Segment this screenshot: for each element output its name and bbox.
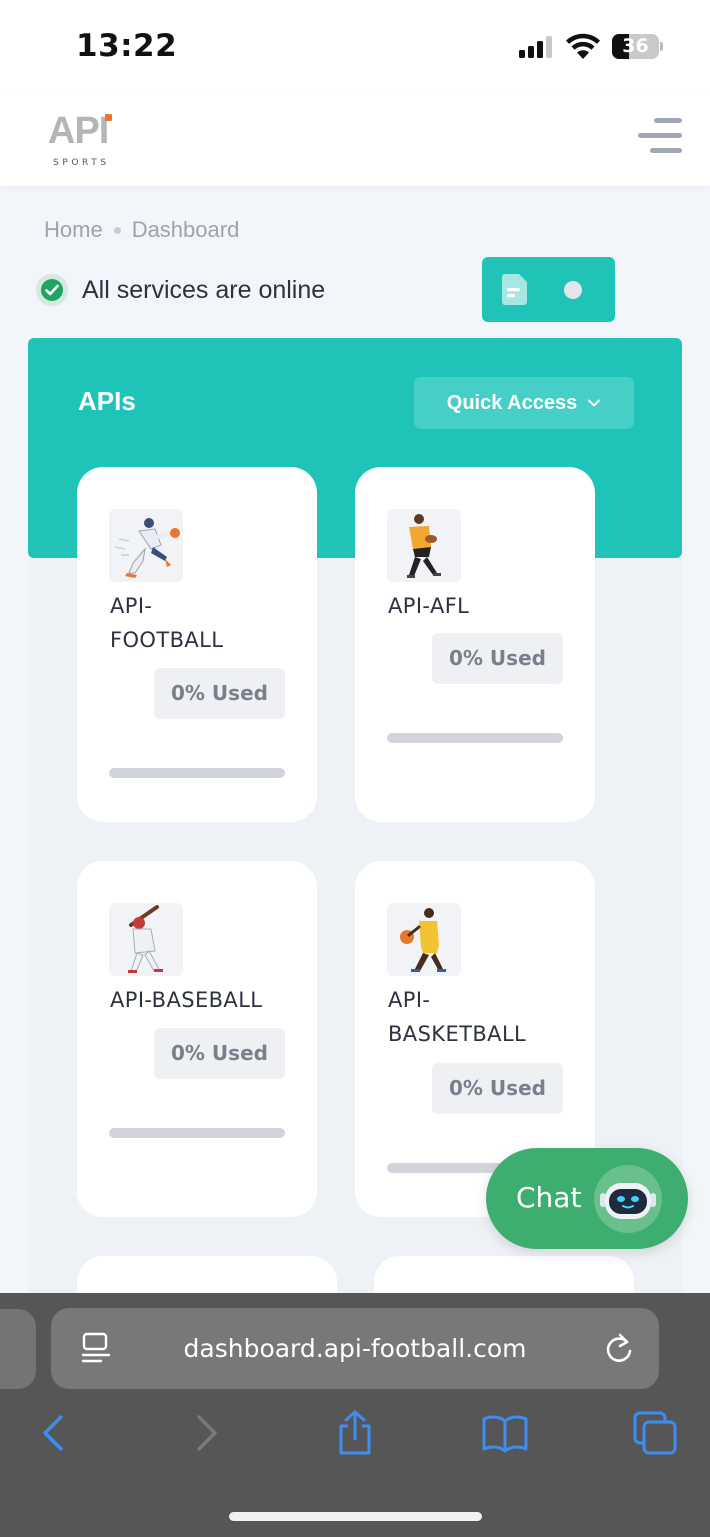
- toggle-knob: [564, 281, 582, 299]
- breadcrumb: Home Dashboard: [44, 215, 239, 245]
- browser-toolbar: dashboard.api-football.com: [0, 1293, 710, 1537]
- breadcrumb-home[interactable]: Home: [44, 217, 103, 243]
- usage-progress-bar: [109, 1128, 285, 1138]
- battery-cap: [660, 42, 663, 51]
- bookmarks-icon[interactable]: [481, 1409, 529, 1457]
- chat-label: Chat: [516, 1181, 582, 1214]
- usage-badge: 0% Used: [432, 1063, 563, 1114]
- usage-badge: 0% Used: [154, 668, 285, 719]
- usage-badge: 0% Used: [154, 1028, 285, 1079]
- theme-toggle-button[interactable]: [482, 257, 615, 322]
- home-indicator: [229, 1512, 482, 1521]
- usage-progress-bar: [109, 768, 285, 778]
- basketball-player-icon: [387, 903, 461, 976]
- football-player-icon: [109, 509, 183, 582]
- forward-icon[interactable]: [182, 1409, 230, 1457]
- back-icon[interactable]: [30, 1409, 78, 1457]
- battery-icon: 36: [612, 34, 659, 59]
- logo-sub-text: SPORTS: [53, 158, 110, 168]
- hamburger-menu-icon[interactable]: [638, 118, 684, 154]
- api-card-baseball[interactable]: API-BASEBALL 0% Used: [77, 861, 317, 1217]
- reload-icon[interactable]: [603, 1332, 635, 1366]
- cellular-signal-icon: [519, 36, 555, 58]
- api-card-name: API- BASKETBALL: [388, 988, 527, 1046]
- logo-main-text: API: [48, 110, 109, 152]
- check-circle-icon: [36, 274, 68, 306]
- api-card-football[interactable]: API- FOOTBALL 0% Used: [77, 467, 317, 822]
- wifi-icon: [566, 33, 600, 59]
- api-card-name: API-BASEBALL: [110, 988, 263, 1012]
- usage-progress-bar: [387, 733, 563, 743]
- apis-title: APIs: [78, 386, 136, 416]
- document-icon: [502, 274, 527, 305]
- tabs-icon[interactable]: [631, 1409, 679, 1457]
- baseball-player-icon: [109, 903, 183, 976]
- api-card-name: API-AFL: [388, 594, 470, 618]
- status-time: 13:22: [76, 28, 178, 64]
- share-icon[interactable]: [331, 1409, 379, 1457]
- url-text: dashboard.api-football.com: [183, 1334, 527, 1363]
- breadcrumb-separator: [113, 226, 121, 234]
- afl-player-icon: [387, 509, 461, 582]
- api-card-name: API- FOOTBALL: [110, 594, 224, 652]
- chevron-down-icon: [588, 399, 601, 407]
- battery-level: 36: [622, 35, 649, 57]
- service-status: All services are online: [36, 272, 325, 308]
- previous-tab[interactable]: [0, 1309, 36, 1389]
- quick-access-dropdown[interactable]: Quick Access: [414, 377, 634, 429]
- breadcrumb-dashboard[interactable]: Dashboard: [132, 217, 240, 243]
- logo-accent-dot: [105, 114, 112, 121]
- usage-badge: 0% Used: [432, 633, 563, 684]
- status-bar: 13:22 36: [0, 0, 710, 94]
- service-status-text: All services are online: [82, 275, 326, 304]
- robot-icon: [594, 1165, 662, 1233]
- api-sports-logo[interactable]: API SPORTS: [46, 110, 118, 172]
- api-card-afl[interactable]: API-AFL 0% Used: [355, 467, 595, 822]
- chat-button[interactable]: Chat: [486, 1148, 688, 1249]
- app-header: API SPORTS: [0, 94, 710, 186]
- quick-access-label: Quick Access: [446, 391, 578, 414]
- address-bar[interactable]: dashboard.api-football.com: [51, 1308, 659, 1389]
